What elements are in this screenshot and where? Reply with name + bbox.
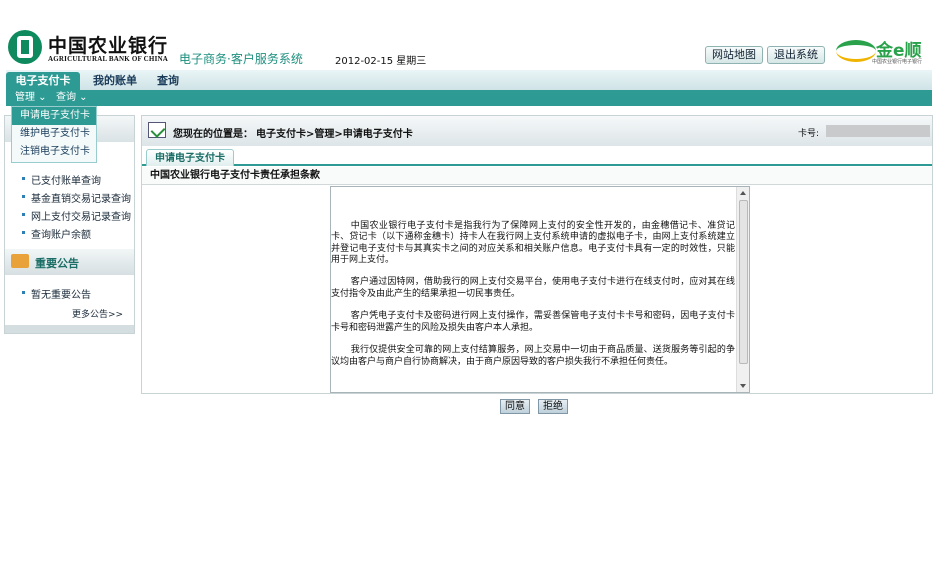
- breadcrumb: 电子支付卡>管理>申请电子支付卡: [256, 129, 413, 140]
- section-title: 中国农业银行电子支付卡责任承担条款: [142, 167, 932, 185]
- card-number-label: 卡号:: [798, 129, 820, 139]
- subnav-manage[interactable]: 管理 ⌄: [15, 91, 47, 105]
- terms-paragraph: 客户凭电子支付卡及密码进行网上支付操作，需妥善保管电子支付卡卡号和密码，因电子支…: [331, 311, 735, 333]
- terms-paragraph: 我行仅提供安全可靠的网上支付结算服务，网上交易中一切由于商品质量、送货服务等引起…: [331, 345, 735, 367]
- terms-text: 中国农业银行电子支付卡是指我行为了保障网上支付的安全性开发的，由金穗借记卡、准贷…: [331, 221, 735, 379]
- terms-textarea[interactable]: 中国农业银行电子支付卡是指我行为了保障网上支付的安全性开发的，由金穗借记卡、准贷…: [330, 186, 750, 393]
- scroll-thumb[interactable]: [739, 200, 748, 364]
- sidebar-item-payment-records[interactable]: 网上支付交易记录查询: [31, 208, 131, 223]
- manage-dropdown-menu: 申请电子支付卡 维护电子支付卡 注销电子支付卡: [11, 106, 97, 163]
- menu-item-apply-card[interactable]: 申请电子支付卡: [12, 107, 96, 125]
- system-name: 电子商务·客户服务系统: [179, 52, 303, 66]
- scroll-down-icon[interactable]: [740, 384, 746, 388]
- sitemap-button[interactable]: 网站地图: [705, 46, 763, 64]
- terms-scrollbar[interactable]: [736, 187, 749, 392]
- more-announcements-link[interactable]: 更多公告>>: [72, 307, 123, 320]
- announcement-icon: [11, 254, 29, 268]
- announcement-title: 重要公告: [35, 257, 79, 270]
- tab-my-bills[interactable]: 我的账单: [93, 72, 137, 90]
- sidebar-item-paid-bills[interactable]: 已支付账单查询: [31, 172, 101, 187]
- tab-query[interactable]: 查询: [157, 72, 179, 90]
- bank-name: 中国农业银行: [48, 35, 169, 57]
- content-tab-row: 申请电子支付卡: [142, 146, 932, 166]
- main-panel: 您现在的位置是： 电子支付卡>管理>申请电子支付卡 卡号: 申请电子支付卡 中国…: [141, 115, 933, 394]
- logout-button[interactable]: 退出系统: [767, 46, 825, 64]
- location-icon: [148, 122, 166, 138]
- main-nav: 电子支付卡 我的账单 查询: [6, 70, 932, 90]
- bank-logo-icon: [8, 30, 42, 64]
- bullet-icon: [22, 177, 25, 180]
- location-label: 您现在的位置是：: [173, 129, 253, 140]
- sidebar-item-balance[interactable]: 查询账户余额: [31, 226, 91, 241]
- terms-paragraph: 中国农业银行电子支付卡是指我行为了保障网上支付的安全性开发的，由金穗借记卡、准贷…: [331, 221, 735, 265]
- announcement-header: 重要公告: [5, 249, 134, 275]
- refuse-button[interactable]: 拒绝: [538, 399, 568, 414]
- sub-nav: 管理 ⌄ 查询 ⌄: [6, 90, 932, 106]
- bullet-icon: [22, 195, 25, 198]
- scroll-up-icon[interactable]: [740, 191, 746, 195]
- menu-item-cancel-card[interactable]: 注销电子支付卡: [12, 143, 96, 161]
- subnav-query[interactable]: 查询 ⌄: [56, 91, 88, 105]
- location-bar: 您现在的位置是： 电子支付卡>管理>申请电子支付卡 卡号:: [142, 116, 932, 146]
- brand-subtitle: 中国农业银行电子银行: [872, 59, 923, 65]
- menu-item-maintain-card[interactable]: 维护电子支付卡: [12, 125, 96, 143]
- bullet-icon: [22, 291, 25, 294]
- bullet-icon: [22, 231, 25, 234]
- page-header: 中国农业银行 AGRICULTURAL BANK OF CHINA 电子商务·客…: [0, 0, 938, 70]
- bullet-icon: [22, 213, 25, 216]
- terms-paragraph: 客户通过因特网，借助我行的网上支付交易平台，使用电子支付卡进行在线支付时，应对其…: [331, 277, 735, 299]
- sidebar-footer: [5, 325, 134, 333]
- tab-apply-card[interactable]: 申请电子支付卡: [146, 149, 234, 166]
- announcement-item[interactable]: 暂无重要公告: [31, 286, 91, 301]
- agree-button[interactable]: 同意: [500, 399, 530, 414]
- brand-logo-icon: [836, 40, 876, 62]
- tab-payment-card[interactable]: 电子支付卡: [6, 72, 80, 90]
- sidebar-item-fund-records[interactable]: 基金直销交易记录查询: [31, 190, 131, 205]
- card-number-value: [826, 125, 930, 137]
- bank-name-english: AGRICULTURAL BANK OF CHINA: [48, 55, 169, 63]
- header-date: 2012-02-15 星期三: [335, 56, 427, 67]
